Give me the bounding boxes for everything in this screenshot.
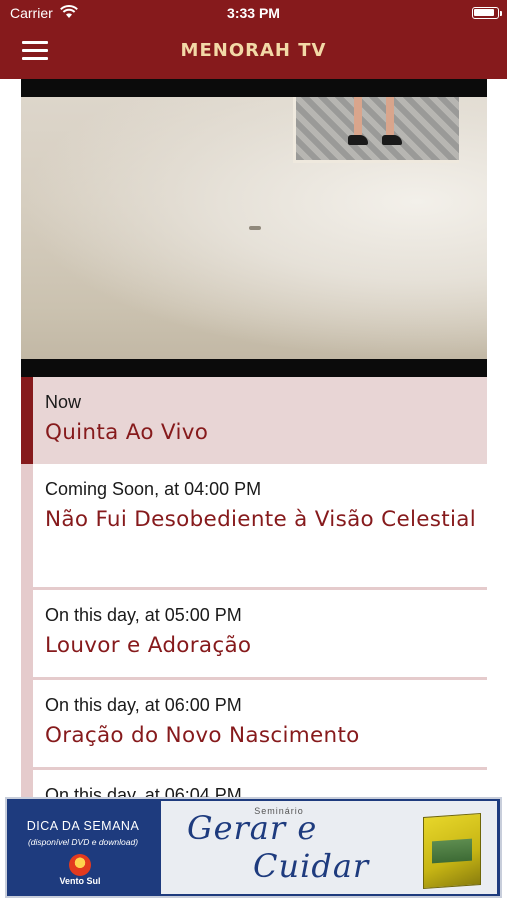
schedule-time: Now bbox=[45, 392, 82, 412]
schedule-time: Coming Soon, at 04:00 PM bbox=[45, 479, 262, 499]
schedule-row[interactable]: On this day, at 06:00 PM Oração do Novo … bbox=[21, 680, 487, 770]
ad-brand: Vento Sul bbox=[59, 876, 101, 886]
schedule-title: Não Fui Desobediente à Visão Celestial bbox=[45, 507, 477, 532]
schedule-time: On this day, at 05:00 PM bbox=[45, 605, 242, 625]
schedule-time: On this day, at 06:00 PM bbox=[45, 695, 242, 715]
video-inset-image bbox=[293, 97, 459, 163]
battery-icon bbox=[472, 7, 499, 19]
schedule-title: Quinta Ao Vivo bbox=[45, 420, 209, 445]
schedule-row[interactable]: On this day, at 05:00 PM Louvor e Adoraç… bbox=[21, 590, 487, 680]
ad-right-panel: Seminário Gerar e Cuidar bbox=[161, 801, 497, 894]
schedule-row-current[interactable]: Now Quinta Ao Vivo bbox=[21, 377, 487, 464]
ad-tagline: DICA DA SEMANA bbox=[26, 819, 140, 833]
ad-title-line1: Gerar e bbox=[187, 809, 318, 847]
dvd-box-image bbox=[423, 812, 481, 890]
schedule-title: Louvor e Adoração bbox=[45, 633, 252, 658]
ad-banner[interactable]: DICA DA SEMANA (disponível DVD e downloa… bbox=[5, 797, 502, 898]
schedule-row[interactable]: Coming Soon, at 04:00 PM Não Fui Desobed… bbox=[21, 464, 487, 590]
app-title: MENORAH TV bbox=[180, 40, 327, 61]
ad-subtitle: (disponível DVD e download) bbox=[27, 837, 139, 847]
battery-tip bbox=[500, 11, 502, 16]
video-player[interactable] bbox=[21, 79, 487, 377]
schedule-list[interactable]: Now Quinta Ao Vivo Coming Soon, at 04:00… bbox=[21, 377, 487, 810]
brand-logo-icon bbox=[69, 854, 91, 876]
now-marker bbox=[21, 377, 33, 464]
clock: 3:33 PM bbox=[227, 5, 280, 21]
ad-left-panel: DICA DA SEMANA (disponível DVD e downloa… bbox=[7, 799, 159, 896]
top-bar: Carrier 3:33 PM MENORAH TV bbox=[0, 0, 507, 79]
schedule-title: Oração do Novo Nascimento bbox=[45, 723, 360, 748]
ad-title-line2: Cuidar bbox=[253, 847, 370, 885]
